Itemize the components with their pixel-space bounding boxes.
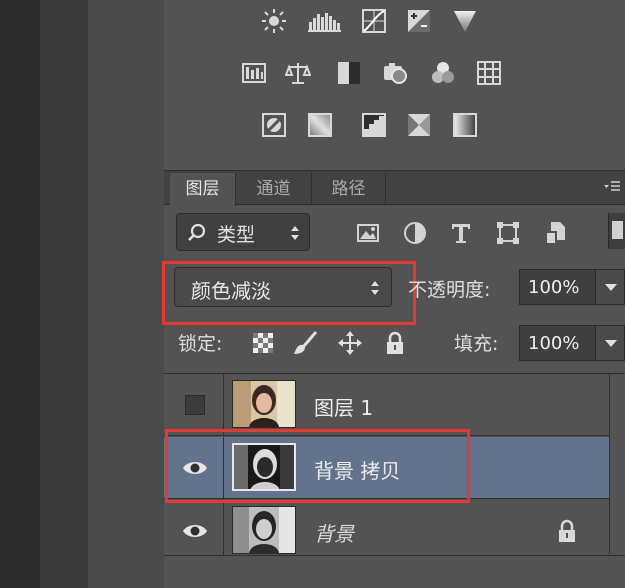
opacity-field[interactable]: 100% <box>519 269 601 305</box>
channel-mixer-icon[interactable] <box>430 60 456 86</box>
opacity-dropdown-button[interactable] <box>595 269 625 305</box>
layers-panel: 图层 通道 路径 类型 颜色减淡 不透明度: 100% 锁定: 填充: 100%… <box>162 170 625 588</box>
layer-row-background[interactable]: 背景 <box>164 500 609 562</box>
layer-thumbnail <box>232 443 296 491</box>
fill-dropdown-button[interactable] <box>595 325 625 361</box>
panel-menu-icon[interactable] <box>603 179 621 193</box>
canvas-area-mid <box>40 0 88 588</box>
photo-filter-icon[interactable] <box>382 60 408 86</box>
blend-mode-select[interactable]: 颜色减淡 <box>174 267 392 307</box>
gradient-map-icon[interactable] <box>452 112 478 138</box>
layer-name[interactable]: 图层 1 <box>314 392 373 421</box>
exposure-icon[interactable] <box>406 8 432 34</box>
adjustment-filter-icon[interactable] <box>402 220 428 246</box>
vibrance-icon[interactable] <box>241 60 267 86</box>
brightness-contrast-icon[interactable] <box>261 8 287 34</box>
lock-transparent-icon[interactable] <box>250 330 276 356</box>
lock-all-icon[interactable] <box>382 330 408 356</box>
visibility-toggle[interactable] <box>164 374 224 436</box>
canvas-area-edge <box>88 0 164 588</box>
gradient-triangle-icon[interactable] <box>452 8 478 34</box>
selective-color-icon[interactable] <box>406 112 432 138</box>
adjustments-row-2 <box>164 60 625 90</box>
eye-icon <box>183 462 207 474</box>
adjustments-row-1 <box>164 8 625 38</box>
posterize-icon[interactable] <box>307 112 333 138</box>
filter-kind-label: 类型 <box>217 224 256 246</box>
color-balance-icon[interactable] <box>285 60 311 86</box>
fill-value: 100% <box>528 333 580 354</box>
tab-channels[interactable]: 通道 <box>236 173 312 205</box>
chevron-down-icon <box>605 340 617 347</box>
photoshop-window: 图层 通道 路径 类型 颜色减淡 不透明度: 100% 锁定: 填充: 100%… <box>0 0 625 588</box>
chevron-down-icon <box>605 284 617 291</box>
invert-icon[interactable] <box>261 112 287 138</box>
search-icon <box>188 223 206 241</box>
layers-scrollbar[interactable] <box>609 374 625 554</box>
panel-tab-bar: 图层 通道 路径 <box>164 171 625 206</box>
levels-icon[interactable] <box>307 8 343 34</box>
black-white-icon[interactable] <box>336 60 362 86</box>
lock-icon <box>559 519 575 542</box>
layers-bottom-bar <box>164 555 625 588</box>
blend-mode-value: 颜色减淡 <box>191 279 271 303</box>
lock-position-icon[interactable] <box>337 330 363 356</box>
smart-object-filter-icon[interactable] <box>543 220 569 246</box>
threshold-icon[interactable] <box>361 112 387 138</box>
canvas-area-dark <box>0 0 40 588</box>
layer-thumbnail <box>232 380 296 428</box>
filter-toggle[interactable] <box>608 213 625 249</box>
color-lookup-icon[interactable] <box>476 60 502 86</box>
updown-arrows-icon <box>371 281 379 295</box>
layer-filter-select[interactable]: 类型 <box>176 213 310 251</box>
fill-label: 填充: <box>454 333 499 355</box>
fill-field[interactable]: 100% <box>519 325 601 361</box>
tab-layers[interactable]: 图层 <box>170 173 236 206</box>
pixel-filter-icon[interactable] <box>355 220 381 246</box>
visibility-off-box <box>185 395 205 415</box>
eye-icon <box>183 525 207 537</box>
lock-image-icon[interactable] <box>292 330 318 356</box>
opacity-value: 100% <box>528 277 580 298</box>
layer-thumbnail <box>232 506 296 554</box>
adjustments-row-3 <box>164 112 625 142</box>
visibility-toggle[interactable] <box>164 437 224 499</box>
layer-row-layer-1[interactable]: 图层 1 <box>164 374 609 436</box>
adjustments-panel <box>164 0 625 170</box>
layer-name[interactable]: 背景 <box>314 518 354 547</box>
shape-filter-icon[interactable] <box>495 220 521 246</box>
updown-arrows-icon <box>291 226 299 240</box>
visibility-toggle[interactable] <box>164 500 224 562</box>
layer-name[interactable]: 背景 拷贝 <box>314 455 400 484</box>
type-filter-icon[interactable] <box>448 220 474 246</box>
opacity-label: 不透明度: <box>408 279 491 301</box>
tab-paths[interactable]: 路径 <box>312 173 386 205</box>
lock-label: 锁定: <box>178 333 223 355</box>
curves-icon[interactable] <box>361 8 387 34</box>
layer-row-background-copy[interactable]: 背景 拷贝 <box>164 437 609 499</box>
